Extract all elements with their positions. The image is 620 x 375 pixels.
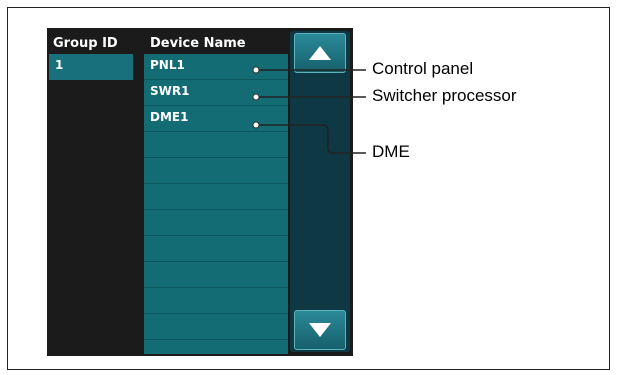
callout-dot-dme: [252, 121, 260, 129]
callout-control-panel: Control panel: [372, 59, 474, 78]
callout-dot-switcher-processor: [252, 93, 260, 101]
callout-switcher-processor: Switcher processor: [372, 86, 517, 105]
leader-dme: [259, 124, 366, 154]
callout-dot-control-panel: [252, 66, 260, 74]
callout-dme: DME: [372, 142, 410, 161]
callout-leader-lines: [252, 66, 366, 154]
